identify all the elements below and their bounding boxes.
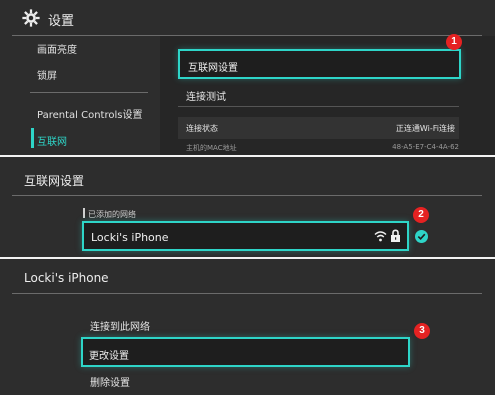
internet-settings-row[interactable]: 互联网设置 <box>178 49 461 79</box>
lock-icon <box>391 229 400 242</box>
network-name: Locki's iPhone <box>91 231 169 244</box>
settings-header: 设置 <box>0 0 495 36</box>
connected-check-icon <box>415 230 428 243</box>
mac-address-value: 48-A5-E7-C4-4A-62 <box>392 143 459 151</box>
sidebar-item-internet[interactable]: 互联网 <box>37 133 67 148</box>
mac-address-label: 主机的MAC地址 <box>186 144 237 152</box>
internet-settings-divider <box>12 195 482 196</box>
wifi-icon <box>374 231 387 242</box>
connection-test-row[interactable]: 连接测试 <box>186 88 467 103</box>
change-settings-option[interactable]: 更改设置 <box>81 337 410 367</box>
step-badge-2: 2 <box>413 207 429 223</box>
connection-status-value: 正连通Wi-Fi连接 <box>395 124 455 133</box>
section-marker <box>83 208 85 218</box>
main-divider <box>178 106 459 107</box>
internet-settings-label: 互联网设置 <box>188 63 238 74</box>
sidebar-item-brightness[interactable]: 画面亮度 <box>37 41 77 56</box>
step-badge-3: 3 <box>414 323 430 339</box>
settings-panel: 设置 画面亮度 锁屏 Parental Controls设置 互联网 互联网设置… <box>0 0 495 155</box>
gear-icon <box>22 9 40 27</box>
settings-sidebar: 画面亮度 锁屏 Parental Controls设置 互联网 <box>0 36 160 155</box>
network-options-divider <box>12 293 482 294</box>
page-title: 设置 <box>48 14 75 29</box>
network-options-panel: Locki's iPhone 连接到此网络 更改设置 删除设置 3 <box>0 259 495 395</box>
connection-status-row: 连接状态 正连通Wi-Fi连接 <box>178 117 459 139</box>
network-list-item[interactable]: Locki's iPhone <box>82 221 409 251</box>
sidebar-item-lock-screen[interactable]: 锁屏 <box>37 67 57 82</box>
sidebar-item-parental-controls[interactable]: Parental Controls设置 <box>37 106 142 121</box>
connection-status-label: 连接状态 <box>186 124 218 133</box>
change-settings-label: 更改设置 <box>89 351 129 362</box>
sidebar-divider <box>30 92 148 93</box>
connect-to-network-option[interactable]: 连接到此网络 <box>90 318 150 333</box>
internet-settings-title: 互联网设置 <box>24 174 85 188</box>
network-options-title: Locki's iPhone <box>24 271 109 285</box>
settings-main: 互联网设置 连接测试 连接状态 正连通Wi-Fi连接 主机的MAC地址 48-A… <box>160 36 495 155</box>
sidebar-active-indicator <box>31 128 34 148</box>
step-badge-1: 1 <box>446 34 462 50</box>
delete-settings-option[interactable]: 删除设置 <box>90 374 130 389</box>
added-networks-label: 已添加的网络 <box>88 210 136 219</box>
